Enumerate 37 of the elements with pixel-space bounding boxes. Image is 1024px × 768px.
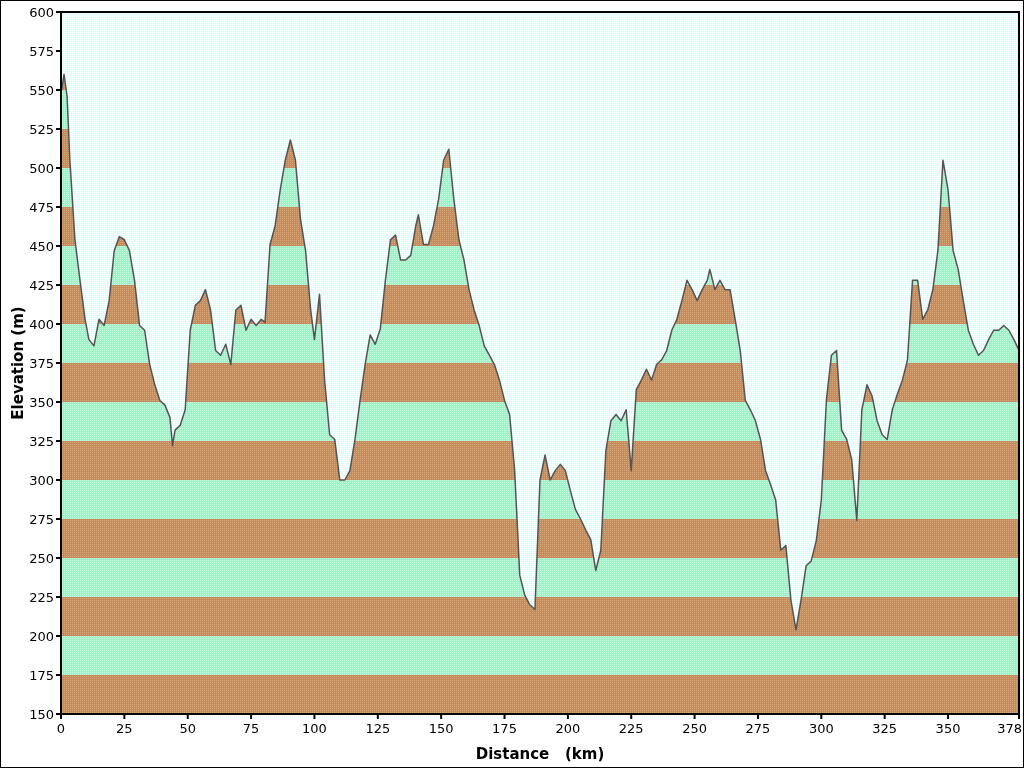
tick-label: 325 bbox=[29, 434, 54, 449]
tick-label: 550 bbox=[29, 83, 54, 98]
tick-label: 175 bbox=[29, 668, 54, 683]
tick-label: 575 bbox=[29, 44, 54, 59]
tick-label: 250 bbox=[682, 721, 707, 736]
tick-label: 400 bbox=[29, 317, 54, 332]
tick-label: 350 bbox=[29, 395, 54, 410]
tick-label: 200 bbox=[29, 629, 54, 644]
tick-label: 375 bbox=[29, 356, 54, 371]
tick-label: 75 bbox=[242, 721, 260, 736]
tick-label: 0 bbox=[56, 721, 66, 736]
tick-label: 150 bbox=[428, 721, 454, 736]
tick-label: 300 bbox=[29, 473, 54, 488]
axis-title: Elevation (m) bbox=[9, 306, 27, 420]
tick-label: 250 bbox=[29, 551, 54, 566]
tick-label: 25 bbox=[116, 721, 133, 736]
tick-label: 175 bbox=[492, 721, 517, 736]
tick-label: 500 bbox=[29, 161, 54, 176]
tick-label: 425 bbox=[29, 278, 54, 293]
tick-label: 225 bbox=[618, 721, 644, 736]
tick-label: 525 bbox=[29, 122, 54, 137]
tick-label: 50 bbox=[179, 721, 196, 736]
tick-label: 325 bbox=[872, 721, 898, 736]
tick-label: 350 bbox=[935, 721, 961, 736]
tick-label: 125 bbox=[365, 721, 391, 736]
tick-label: 275 bbox=[745, 721, 771, 736]
tick-label: 450 bbox=[29, 239, 54, 254]
tick-label: 275 bbox=[29, 512, 54, 527]
axis-title: Distance (km) bbox=[475, 745, 605, 763]
tick-label: 100 bbox=[302, 721, 327, 736]
tick-label: 200 bbox=[555, 721, 581, 736]
tick-label: 150 bbox=[29, 707, 54, 722]
tick-label: 378 bbox=[997, 721, 1022, 736]
tick-label: 300 bbox=[808, 721, 834, 736]
tick-label: 225 bbox=[29, 590, 54, 605]
tick-label: 475 bbox=[29, 200, 54, 215]
tick-label: 600 bbox=[29, 5, 54, 20]
